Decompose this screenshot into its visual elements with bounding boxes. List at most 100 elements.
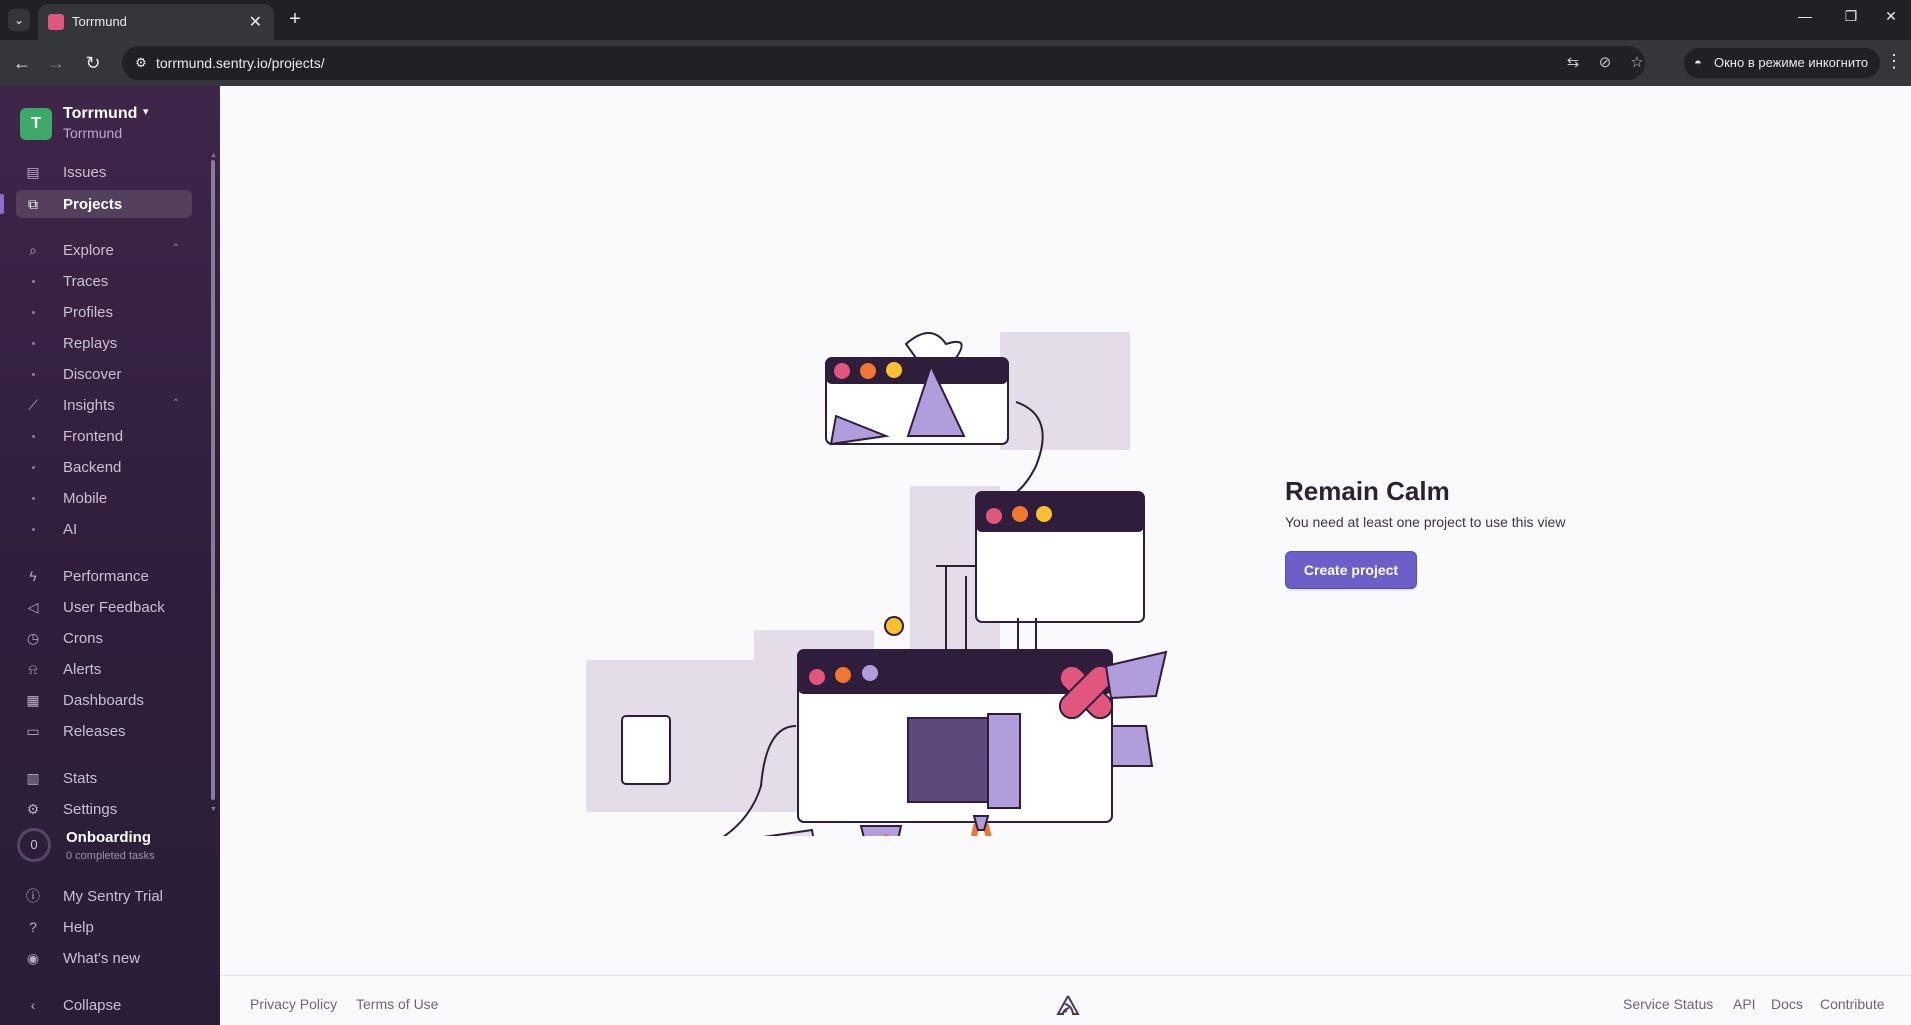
browser-tab[interactable]: Torrmund ✕	[38, 4, 274, 40]
privacy-policy-link[interactable]: Privacy Policy	[250, 996, 337, 1012]
org-name[interactable]: Torrmund	[63, 105, 137, 123]
sidebar-item-user-feedback[interactable]: ◁ User Feedback	[16, 593, 192, 621]
create-project-button[interactable]: Create project	[1285, 551, 1417, 589]
megaphone-icon: ◁	[27, 599, 39, 615]
package-icon: ▭	[26, 723, 40, 739]
sidebar-item-stats[interactable]: ▥ Stats	[16, 764, 192, 792]
forward-button[interactable]: →	[44, 51, 68, 75]
sidebar-item-label: Backend	[63, 459, 122, 476]
scroll-down-arrow[interactable]: ▼	[210, 806, 217, 813]
docs-link[interactable]: Docs	[1771, 996, 1803, 1012]
sidebar-item-explore[interactable]: ⌕ Explore ⌃	[16, 236, 192, 264]
sidebar-item-label: Insights	[63, 397, 115, 414]
box-icon	[762, 828, 815, 836]
empty-state-title: Remain Calm	[1285, 476, 1450, 506]
bar-chart-icon: ▥	[26, 770, 40, 786]
new-tab-button[interactable]: +	[282, 6, 308, 32]
hammer-icon	[859, 825, 903, 836]
browser-tab-bar: ⌄ Torrmund ✕ + — ❐ ✕	[0, 0, 1911, 40]
sidebar-collapse-button[interactable]: ‹ Collapse	[16, 991, 192, 1019]
sidebar-item-label: Stats	[63, 770, 98, 787]
sidebar-scrollbar[interactable]	[211, 160, 215, 800]
sentry-favicon-icon	[48, 14, 64, 30]
sidebar-item-performance[interactable]: ϟ Performance	[16, 562, 192, 590]
sidebar-item-mobile[interactable]: Mobile	[16, 484, 192, 512]
sidebar-item-label: My Sentry Trial	[63, 888, 164, 905]
bookmark-star-icon[interactable]: ☆	[1627, 53, 1647, 73]
incognito-icon: ◓	[1694, 55, 1702, 70]
org-subtitle: Torrmund	[63, 125, 123, 141]
eye-off-icon[interactable]: ⊘	[1595, 53, 1615, 73]
sidebar-item-label: Crons	[63, 630, 104, 647]
sidebar-item-frontend[interactable]: Frontend	[16, 422, 192, 450]
scroll-up-arrow[interactable]: ▲	[210, 152, 217, 159]
sidebar-item-settings[interactable]: ⚙ Settings	[16, 795, 192, 823]
browser-menu-icon[interactable]: ⋮	[1885, 51, 1903, 72]
question-icon: ?	[29, 919, 37, 935]
sidebar-item-trial[interactable]: ⓘ My Sentry Trial	[16, 882, 192, 910]
code-window-icon: ⧉	[28, 196, 38, 212]
sidebar-item-backend[interactable]: Backend	[16, 453, 192, 481]
sidebar-item-dashboards[interactable]: ▦ Dashboards	[16, 686, 192, 714]
broadcast-icon: ◉	[26, 950, 40, 966]
sidebar-item-profiles[interactable]: Profiles	[16, 298, 192, 326]
sidebar-item-whats-new[interactable]: ◉ What's new	[16, 944, 192, 972]
close-window-icon[interactable]: ✕	[1876, 8, 1906, 25]
siren-icon: ⍾	[28, 661, 38, 677]
sidebar-item-traces[interactable]: Traces	[16, 267, 192, 295]
minimize-window-icon[interactable]: —	[1790, 8, 1820, 24]
chevron-left-icon: ‹	[30, 997, 36, 1013]
translate-icon[interactable]: ⇆	[1563, 53, 1583, 73]
sidebar-item-releases[interactable]: ▭ Releases	[16, 717, 192, 745]
tab-close-icon[interactable]: ✕	[249, 12, 262, 32]
lightning-circle-icon: ⓘ	[26, 888, 40, 904]
empty-state-description: You need at least one project to use thi…	[1285, 514, 1566, 530]
bullet-dot	[32, 311, 35, 314]
sidebar-item-crons[interactable]: ◷ Crons	[16, 624, 192, 652]
back-button[interactable]: ←	[10, 51, 34, 75]
sidebar-item-label: Alerts	[63, 661, 102, 678]
reload-button[interactable]: ↻	[81, 51, 105, 75]
terms-of-use-link[interactable]: Terms of Use	[356, 996, 438, 1012]
sidebar-item-label: Frontend	[63, 428, 124, 445]
outlet-icon	[621, 715, 671, 785]
restore-window-icon[interactable]: ❐	[1836, 8, 1866, 25]
api-link[interactable]: API	[1733, 996, 1756, 1012]
tab-search-dropdown[interactable]: ⌄	[8, 9, 30, 31]
sidebar-item-issues[interactable]: ▤ Issues	[16, 158, 192, 186]
sidebar-item-label: Mobile	[63, 490, 108, 507]
sidebar-item-label: Performance	[63, 568, 149, 585]
sidebar-item-help[interactable]: ? Help	[16, 913, 192, 941]
sidebar-item-projects[interactable]: ⧉ Projects	[0, 190, 192, 218]
address-bar[interactable]: ⚙ torrmund.sentry.io/projects/ ⇆ ⊘ ☆	[122, 46, 1645, 80]
sidebar-item-label: What's new	[63, 950, 141, 967]
sidebar-item-replays[interactable]: Replays	[16, 329, 192, 357]
chevron-down-icon[interactable]: ▾	[143, 105, 149, 118]
chart-line-icon: ⟋	[28, 397, 38, 413]
site-info-icon[interactable]: ⚙	[132, 54, 150, 72]
dashboard-icon: ▦	[26, 692, 40, 708]
sidebar-item-alerts[interactable]: ⍾ Alerts	[16, 655, 192, 683]
org-avatar[interactable]: T	[20, 108, 52, 140]
sidebar-item-label: Discover	[63, 366, 122, 383]
url-text[interactable]: torrmund.sentry.io/projects/	[156, 55, 325, 71]
sidebar-item-discover[interactable]: Discover	[16, 360, 192, 388]
incognito-badge[interactable]: ◓ Окно в режиме инкогнито	[1684, 48, 1881, 78]
sidebar: T Torrmund ▾ Torrmund ▤ Issues ⧉ Project…	[0, 86, 220, 1025]
bullet-dot	[32, 466, 35, 469]
sidebar-item-label: Help	[63, 919, 94, 936]
active-indicator	[0, 194, 4, 214]
sidebar-item-ai[interactable]: AI	[16, 515, 192, 543]
middle-browser-window	[975, 491, 1145, 623]
footer: Privacy Policy Terms of Use Service Stat…	[220, 975, 1911, 1025]
contribute-link[interactable]: Contribute	[1820, 996, 1885, 1012]
bullet-dot	[32, 373, 35, 376]
pipe	[1111, 725, 1154, 767]
sidebar-item-insights[interactable]: ⟋ Insights ⌃	[16, 391, 192, 419]
bullet-dot	[32, 528, 35, 531]
gear-icon: ⚙	[26, 801, 40, 817]
service-status-link[interactable]: Service Status	[1623, 996, 1713, 1012]
sidebar-item-label: AI	[63, 521, 78, 538]
pipe	[1104, 650, 1168, 700]
broken-windows-illustration	[586, 332, 1168, 836]
